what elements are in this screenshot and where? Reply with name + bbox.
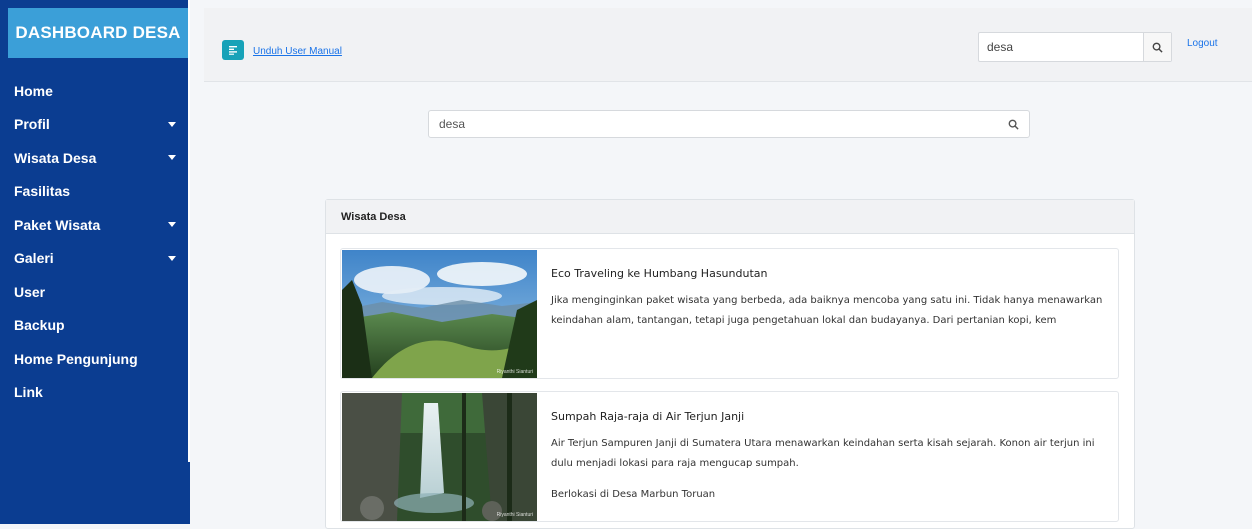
result-excerpt: Air Terjun Sampuren Janji di Sumatera Ut… bbox=[551, 438, 1095, 469]
caret-down-icon bbox=[168, 155, 176, 161]
sidebar-item-label: Fasilitas bbox=[14, 183, 71, 200]
sidebar-item-backup[interactable]: Backup bbox=[0, 309, 190, 343]
sidebar-item-label: Home Pengunjung bbox=[14, 350, 138, 367]
sidebar-item-label: Link bbox=[14, 384, 43, 401]
sidebar-item-label: Wisata Desa bbox=[14, 149, 97, 166]
sidebar-item-profil[interactable]: Profil bbox=[0, 108, 190, 142]
results-card: Wisata Desa Riyanthi Sianturi Eco Travel… bbox=[325, 199, 1135, 529]
caret-down-icon bbox=[168, 121, 176, 127]
result-item[interactable]: Riyanthi Sianturi Eco Traveling ke Humba… bbox=[340, 248, 1119, 379]
sidebar-item-link[interactable]: Link bbox=[0, 376, 190, 410]
manual-button[interactable] bbox=[222, 40, 244, 60]
caret-down-icon bbox=[168, 255, 176, 261]
sidebar-item-label: Paket Wisata bbox=[14, 216, 101, 233]
caret-down-icon bbox=[168, 222, 176, 228]
sidebar-item-label: Backup bbox=[14, 317, 65, 334]
result-body: Eco Traveling ke Humbang Hasundutan Jika… bbox=[551, 267, 1106, 331]
sidebar-item-label: Galeri bbox=[14, 250, 54, 267]
sidebar-item-galeri[interactable]: Galeri bbox=[0, 242, 190, 276]
image-credit: Riyanthi Sianturi bbox=[496, 512, 533, 518]
search-icon bbox=[1152, 42, 1163, 53]
main-search-value[interactable]: desa bbox=[429, 111, 997, 137]
top-search-button[interactable] bbox=[1143, 33, 1171, 61]
result-thumbnail[interactable]: Riyanthi Sianturi bbox=[342, 393, 537, 521]
user-manual-link[interactable]: Unduh User Manual bbox=[253, 46, 342, 57]
result-title[interactable]: Eco Traveling ke Humbang Hasundutan bbox=[551, 267, 1106, 280]
result-body: Sumpah Raja-raja di Air Terjun Janji Air… bbox=[551, 410, 1106, 500]
sidebar-item-wisata-desa[interactable]: Wisata Desa bbox=[0, 141, 190, 175]
waterfall-image bbox=[342, 393, 537, 521]
sidebar-item-label: Home bbox=[14, 82, 53, 99]
result-location: Berlokasi di Desa Marbun Toruan bbox=[551, 489, 716, 500]
topbar: Unduh User Manual desa Logout bbox=[204, 8, 1252, 82]
result-title[interactable]: Sumpah Raja-raja di Air Terjun Janji bbox=[551, 410, 1106, 423]
main-search-button[interactable] bbox=[997, 111, 1029, 137]
brand-title[interactable]: DASHBOARD DESA bbox=[8, 8, 188, 58]
sidebar-item-label: User bbox=[14, 283, 46, 300]
sidebar-item-paket-wisata[interactable]: Paket Wisata bbox=[0, 208, 190, 242]
main-search-input[interactable]: desa bbox=[428, 110, 1030, 138]
top-search-value[interactable]: desa bbox=[979, 33, 1143, 61]
sidebar-item-fasilitas[interactable]: Fasilitas bbox=[0, 175, 190, 209]
valley-landscape-image bbox=[342, 250, 537, 378]
sidebar-nav: Home Profil Wisata Desa Fasilitas Paket … bbox=[0, 74, 190, 409]
search-icon bbox=[1008, 119, 1019, 130]
card-title: Wisata Desa bbox=[326, 200, 1134, 234]
sidebar-item-home-pengunjung[interactable]: Home Pengunjung bbox=[0, 342, 190, 376]
sidebar-item-user[interactable]: User bbox=[0, 275, 190, 309]
sidebar-divider bbox=[188, 0, 190, 462]
result-thumbnail[interactable]: Riyanthi Sianturi bbox=[342, 250, 537, 378]
sidebar: DASHBOARD DESA Home Profil Wisata Desa F… bbox=[0, 0, 190, 524]
top-search-input[interactable]: desa bbox=[978, 32, 1172, 62]
result-excerpt: Jika menginginkan paket wisata yang berb… bbox=[551, 295, 1103, 326]
sidebar-item-label: Profil bbox=[14, 116, 50, 133]
sidebar-item-home[interactable]: Home bbox=[0, 74, 190, 108]
result-item[interactable]: Riyanthi Sianturi Sumpah Raja-raja di Ai… bbox=[340, 391, 1119, 522]
logout-link[interactable]: Logout bbox=[1187, 38, 1218, 49]
image-credit: Riyanthi Sianturi bbox=[496, 369, 533, 375]
list-icon bbox=[229, 46, 237, 55]
